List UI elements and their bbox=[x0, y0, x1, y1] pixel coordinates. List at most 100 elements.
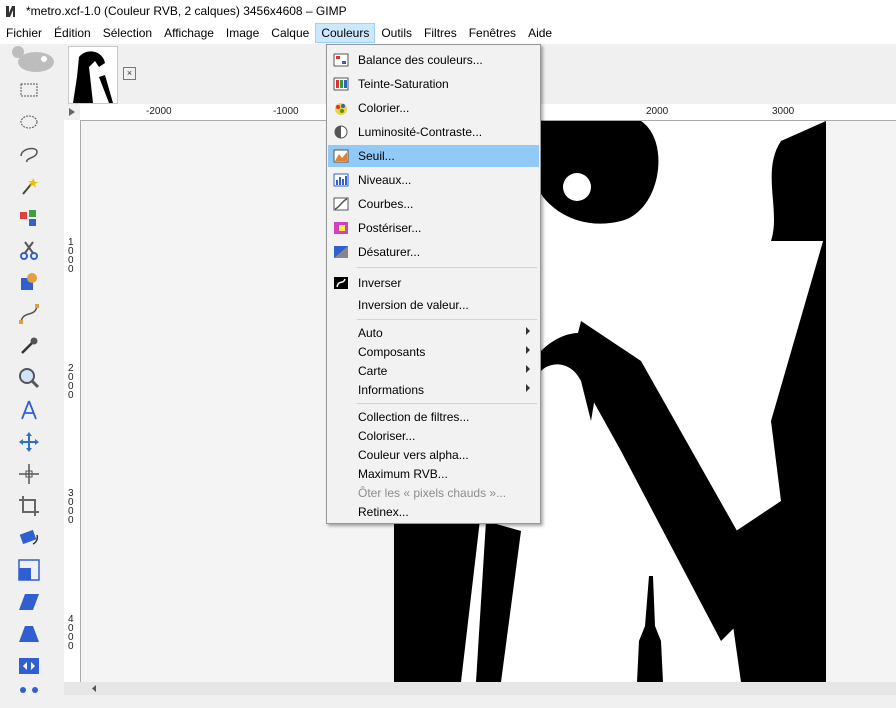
menu-item-colorier[interactable]: Colorier... bbox=[328, 97, 539, 119]
menu-item-luminosite-contraste[interactable]: Luminosité-Contraste... bbox=[328, 121, 539, 143]
menu-item-label: Niveaux... bbox=[358, 173, 412, 187]
measure-icon[interactable] bbox=[17, 398, 41, 422]
scroll-left-icon[interactable] bbox=[64, 682, 104, 695]
threshold-icon bbox=[333, 149, 349, 163]
menu-edition[interactable]: Édition bbox=[48, 23, 97, 43]
vertical-ruler: 1000 2000 3000 4000 bbox=[64, 120, 81, 682]
menu-item-label: Inverser bbox=[358, 276, 402, 290]
rotate-icon[interactable] bbox=[17, 526, 41, 550]
desaturate-icon bbox=[334, 246, 348, 258]
image-thumbnail[interactable] bbox=[68, 46, 118, 104]
menu-item-label: Informations bbox=[358, 383, 425, 397]
menu-outils[interactable]: Outils bbox=[375, 23, 418, 43]
ruler-label: 1000 bbox=[68, 237, 74, 275]
zoom-icon[interactable] bbox=[17, 366, 41, 390]
shear-icon[interactable] bbox=[17, 590, 41, 614]
gimp-app-icon bbox=[6, 6, 15, 17]
curves-icon bbox=[333, 197, 349, 211]
menu-item-label: Teinte-Saturation bbox=[358, 77, 449, 91]
menu-item-retinex[interactable]: Retinex... bbox=[328, 501, 539, 523]
menu-item-informations[interactable]: Informations bbox=[328, 379, 539, 401]
horizontal-scrollbar[interactable] bbox=[64, 682, 896, 695]
crop-icon[interactable] bbox=[17, 494, 41, 518]
menu-item-label: Couleur vers alpha... bbox=[358, 448, 469, 462]
move-icon[interactable] bbox=[17, 430, 41, 454]
menu-item-label: Seuil... bbox=[358, 149, 395, 163]
colorize-icon bbox=[335, 103, 347, 115]
menu-item-label: Balance des couleurs... bbox=[358, 53, 483, 67]
menu-calque[interactable]: Calque bbox=[265, 23, 315, 43]
menu-item-label: Collection de filtres... bbox=[358, 410, 470, 424]
menu-item-label: Auto bbox=[358, 326, 383, 340]
menu-item-label: Maximum RVB... bbox=[358, 467, 448, 481]
ellipse-select-icon[interactable] bbox=[17, 110, 41, 134]
menu-item-label: Désaturer... bbox=[358, 245, 421, 259]
rect-select-icon[interactable] bbox=[17, 78, 41, 102]
menu-item-desaturer[interactable]: Désaturer... bbox=[328, 241, 539, 263]
menu-fichier[interactable]: Fichier bbox=[0, 23, 48, 43]
levels-icon bbox=[333, 173, 349, 187]
menu-separator bbox=[357, 267, 537, 268]
align-icon[interactable] bbox=[17, 462, 41, 486]
menu-item-label: Colorier... bbox=[358, 101, 410, 115]
menu-item-balance-couleurs[interactable]: Balance des couleurs... bbox=[328, 49, 539, 71]
submenu-arrow-icon bbox=[526, 327, 530, 335]
ruler-label: 2000 bbox=[68, 363, 74, 401]
scissors-icon[interactable] bbox=[17, 238, 41, 262]
paths-icon[interactable] bbox=[17, 302, 41, 326]
submenu-arrow-icon bbox=[526, 346, 530, 354]
menu-item-posteriser[interactable]: Postériser... bbox=[328, 217, 539, 239]
menu-image[interactable]: Image bbox=[220, 23, 265, 43]
ruler-label: 3000 bbox=[68, 488, 74, 526]
menu-item-label: Luminosité-Contraste... bbox=[358, 125, 483, 139]
menu-bar: Fichier Édition Sélection Affichage Imag… bbox=[0, 22, 896, 44]
menu-separator bbox=[357, 403, 537, 404]
ruler-label: -1000 bbox=[273, 106, 299, 117]
submenu-arrow-icon bbox=[526, 384, 530, 392]
scale-icon[interactable] bbox=[17, 558, 41, 582]
flip-icon[interactable] bbox=[17, 654, 41, 678]
menu-item-label: Ôter les « pixels chauds »... bbox=[358, 486, 507, 500]
brightness-contrast-icon bbox=[334, 125, 348, 139]
menu-item-inverser[interactable]: Inverser bbox=[328, 272, 539, 294]
ruler-label: 2000 bbox=[646, 106, 669, 117]
close-image-icon[interactable]: × bbox=[123, 67, 136, 80]
menu-item-inversion-valeur[interactable]: Inversion de valeur... bbox=[328, 294, 539, 316]
menu-item-courbes[interactable]: Courbes... bbox=[328, 193, 539, 215]
color-picker-icon[interactable] bbox=[17, 334, 41, 358]
menu-selection[interactable]: Sélection bbox=[97, 23, 158, 43]
invert-icon bbox=[334, 277, 348, 289]
menu-fenetres[interactable]: Fenêtres bbox=[463, 23, 522, 43]
fuzzy-select-icon[interactable] bbox=[17, 174, 41, 198]
menu-item-label: Courbes... bbox=[358, 197, 414, 211]
menu-filtres[interactable]: Filtres bbox=[418, 23, 463, 43]
menu-item-label: Inversion de valeur... bbox=[358, 298, 469, 312]
menu-couleurs[interactable]: Couleurs bbox=[315, 23, 376, 43]
menu-item-label: Postériser... bbox=[358, 221, 422, 235]
ruler-label: -2000 bbox=[146, 106, 172, 117]
select-by-color-icon[interactable] bbox=[17, 206, 41, 230]
cage-transform-icon[interactable] bbox=[17, 684, 41, 708]
ruler-corner[interactable] bbox=[64, 104, 80, 120]
submenu-arrow-icon bbox=[526, 365, 530, 373]
ruler-label: 3000 bbox=[772, 106, 795, 117]
menu-item-label: Carte bbox=[358, 364, 388, 378]
menu-item-label: Coloriser... bbox=[358, 429, 416, 443]
perspective-icon[interactable] bbox=[17, 622, 41, 646]
posterize-icon bbox=[334, 222, 348, 234]
foreground-select-icon[interactable] bbox=[17, 270, 41, 294]
menu-separator bbox=[357, 319, 537, 320]
menu-item-seuil[interactable]: Seuil... bbox=[328, 145, 539, 167]
colors-menu: Balance des couleurs... Teinte-Saturatio… bbox=[326, 44, 541, 524]
ruler-label: 4000 bbox=[68, 614, 74, 652]
menu-item-teinte-saturation[interactable]: Teinte-Saturation bbox=[328, 73, 539, 95]
menu-aide[interactable]: Aide bbox=[522, 23, 558, 43]
menu-item-niveaux[interactable]: Niveaux... bbox=[328, 169, 539, 191]
color-balance-icon bbox=[333, 53, 349, 67]
menu-affichage[interactable]: Affichage bbox=[158, 23, 220, 43]
hue-saturation-icon bbox=[333, 77, 349, 91]
lasso-select-icon[interactable] bbox=[17, 142, 41, 166]
window-title: *metro.xcf-1.0 (Couleur RVB, 2 calques) … bbox=[26, 4, 347, 18]
menu-item-label: Composants bbox=[358, 345, 426, 359]
ruler-corner-icon bbox=[69, 108, 75, 116]
